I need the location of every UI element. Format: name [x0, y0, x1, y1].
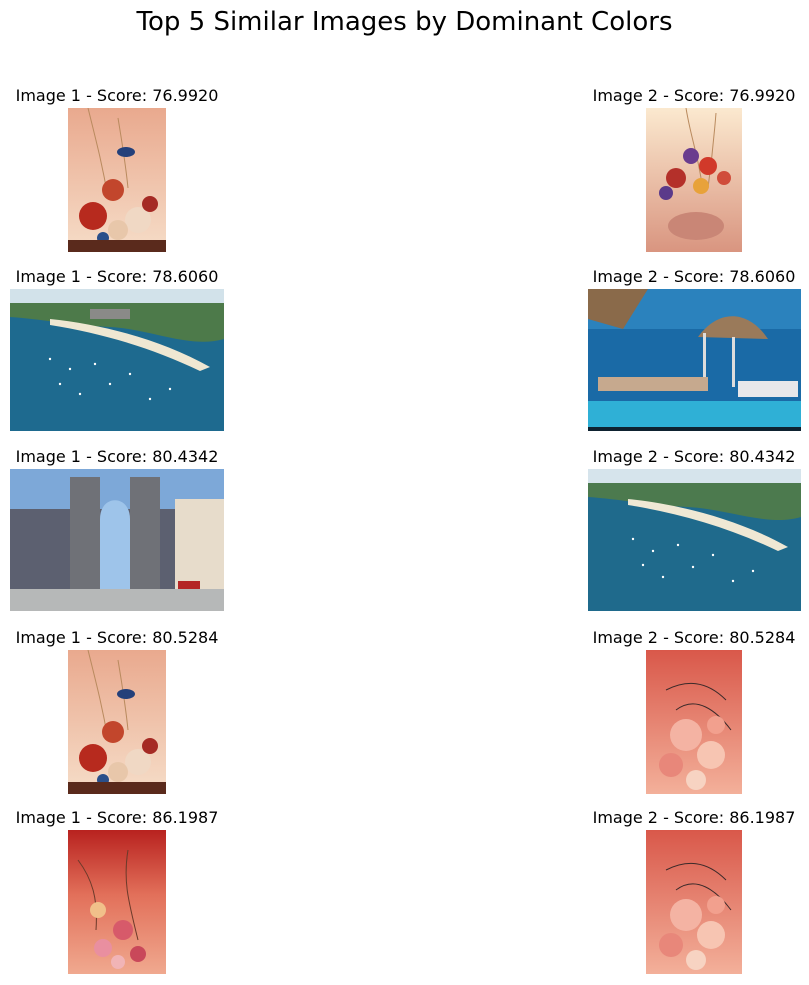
image-caption: Image 1 - Score: 86.1987	[15, 808, 219, 827]
image-caption: Image 1 - Score: 80.4342	[15, 447, 219, 466]
beach-umbrellas-image	[588, 289, 801, 431]
flower-bouquet-image	[68, 650, 166, 794]
aerial-harbor-image	[588, 469, 801, 611]
aerial-harbor-image	[10, 289, 224, 431]
image-caption: Image 2 - Score: 80.4342	[592, 447, 796, 466]
image-caption: Image 2 - Score: 86.1987	[592, 808, 796, 827]
image-caption: Image 1 - Score: 78.6060	[15, 267, 219, 286]
image-caption: Image 2 - Score: 76.9920	[592, 86, 796, 105]
image-caption: Image 1 - Score: 80.5284	[15, 628, 219, 647]
flower-bouquet-image	[646, 108, 742, 252]
castle-gate-image	[10, 469, 224, 611]
flower-bouquet-image	[68, 108, 166, 252]
red-floral-image	[68, 830, 166, 974]
image-caption: Image 1 - Score: 76.9920	[15, 86, 219, 105]
image-caption: Image 2 - Score: 80.5284	[592, 628, 796, 647]
image-caption: Image 2 - Score: 78.6060	[592, 267, 796, 286]
figure-title: Top 5 Similar Images by Dominant Colors	[136, 7, 673, 37]
pink-floral-image	[646, 650, 742, 794]
pink-floral-image	[646, 830, 742, 974]
